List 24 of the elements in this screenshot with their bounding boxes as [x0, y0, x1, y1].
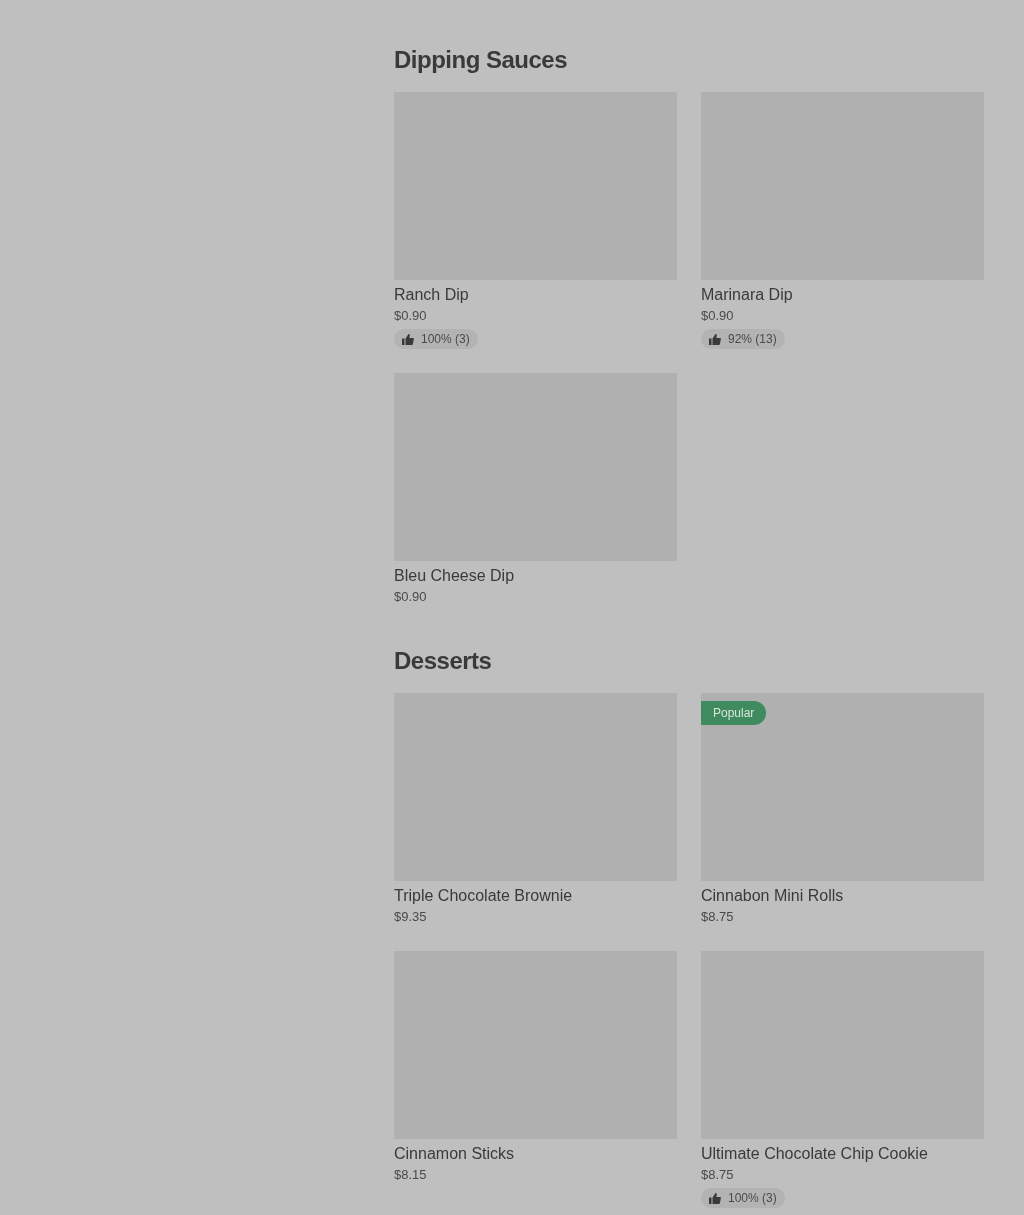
item-image-placeholder[interactable]: Popular: [701, 693, 984, 881]
item-price: $0.90: [394, 307, 428, 325]
item-name: Ranch Dip: [394, 285, 470, 305]
rating-text: 92% (13): [728, 331, 777, 347]
item-price: $8.75: [701, 908, 735, 926]
item-name: Cinnabon Mini Rolls: [701, 886, 845, 906]
item-name: Cinnamon Sticks: [394, 1144, 516, 1164]
item-price: $0.90: [701, 307, 735, 325]
rating-text: 100% (3): [728, 1190, 777, 1206]
item-price: $9.35: [394, 908, 428, 926]
item-name: Triple Chocolate Brownie: [394, 886, 574, 906]
thumbs-up-icon: [709, 333, 721, 345]
item-name: Marinara Dip: [701, 285, 794, 305]
item-price: $8.75: [701, 1166, 735, 1184]
section-heading: Desserts: [394, 646, 493, 676]
item-name: Ultimate Chocolate Chip Cookie: [701, 1144, 929, 1164]
rating-text: 100% (3): [421, 331, 470, 347]
section-heading: Dipping Sauces: [394, 45, 569, 75]
thumbs-up-icon: [402, 333, 414, 345]
thumbs-up-icon: [709, 1192, 721, 1204]
popular-badge: Popular: [701, 701, 767, 725]
item-price: $8.15: [394, 1166, 428, 1184]
item-price: $0.90: [394, 588, 428, 606]
item-name: Bleu Cheese Dip: [394, 566, 516, 586]
